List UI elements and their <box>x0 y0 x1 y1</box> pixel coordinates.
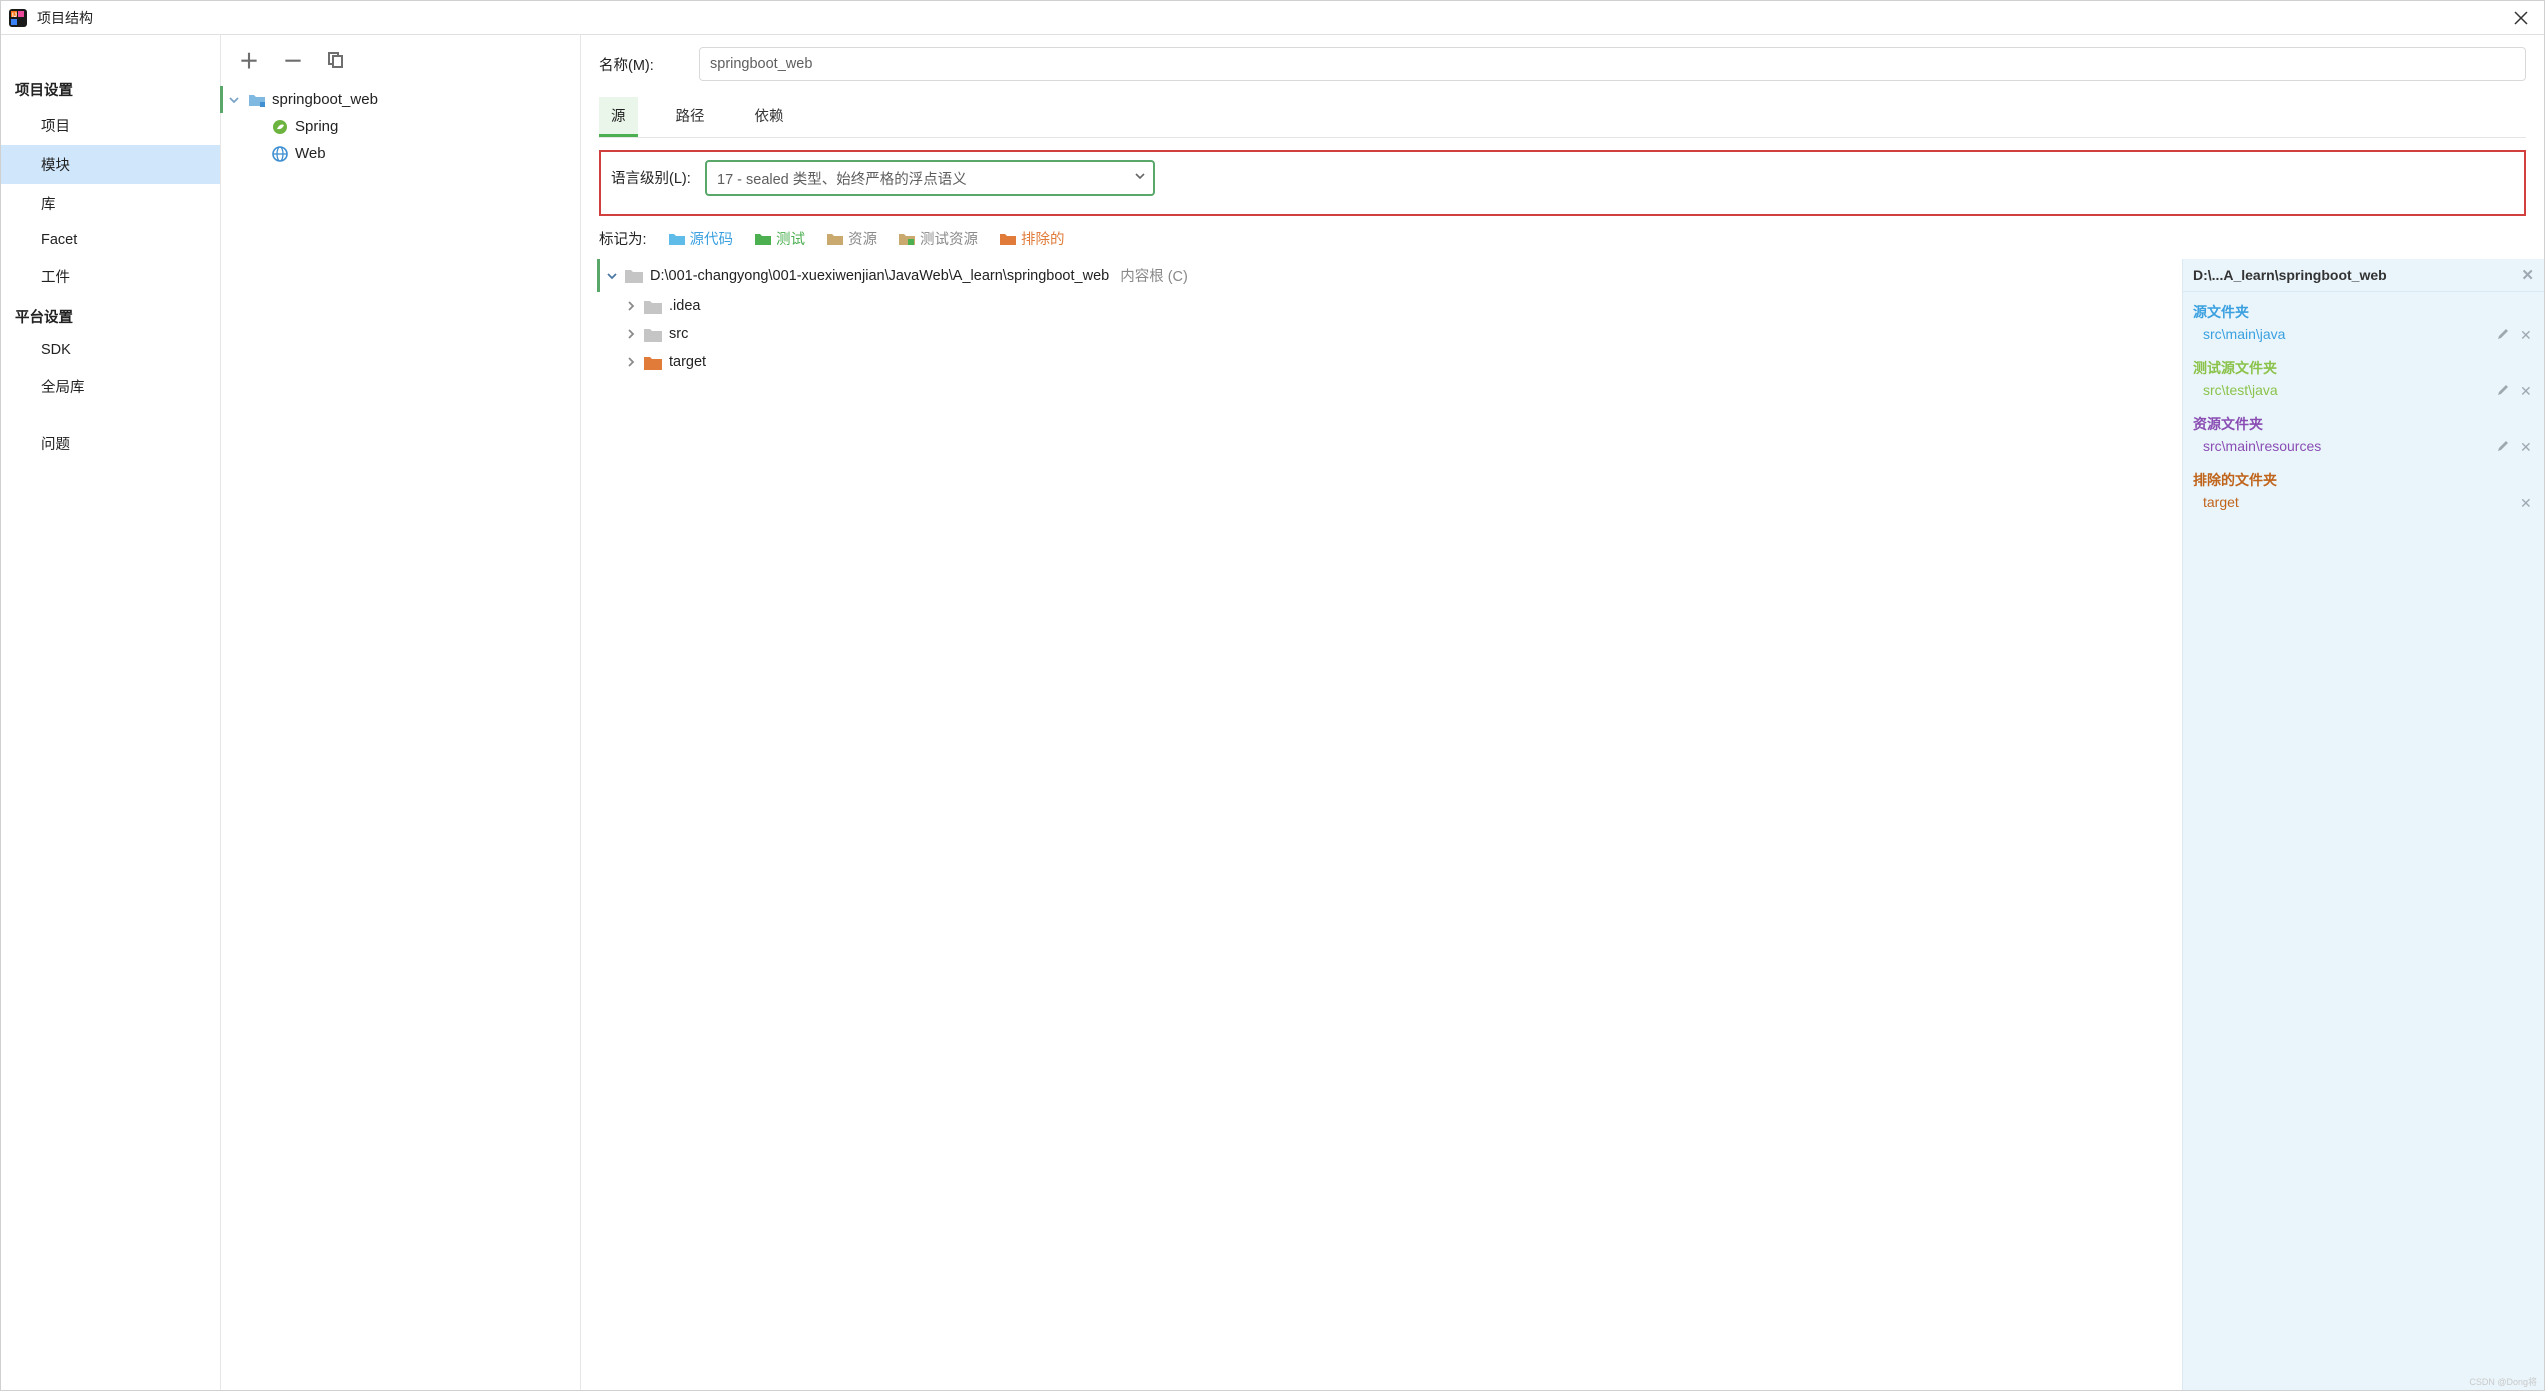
sidebar-item-artifacts[interactable]: 工件 <box>1 257 220 296</box>
name-label: 名称(M): <box>599 54 681 75</box>
module-spring-label: Spring <box>295 118 338 135</box>
mark-tests[interactable]: 测试 <box>755 228 805 249</box>
module-web-node[interactable]: Web <box>221 140 580 167</box>
sidepanel-header-path: D:\...A_learn\springboot_web <box>2193 267 2387 283</box>
module-root-label: springboot_web <box>272 91 378 108</box>
nav-buttons <box>1 35 220 69</box>
sidebar-item-libraries[interactable]: 库 <box>1 184 220 223</box>
content-root-path: D:\001-changyong\001-xuexiwenjian\JavaWe… <box>650 268 1109 284</box>
chevron-down-icon <box>1134 170 1146 182</box>
dir-target[interactable]: target <box>599 348 2174 376</box>
mark-resources[interactable]: 资源 <box>827 228 877 249</box>
content-root-suffix: 内容根 (C) <box>1120 265 1188 286</box>
copy-module-button[interactable] <box>321 49 351 71</box>
dir-idea[interactable]: .idea <box>599 292 2174 320</box>
folder-icon <box>644 299 662 314</box>
chevron-right-icon <box>625 356 637 368</box>
folder-icon <box>625 268 643 283</box>
remove-icon[interactable]: ✕ <box>2520 383 2534 397</box>
module-column: ＋ － springboot_web Spring Web <box>221 35 581 1390</box>
dir-src[interactable]: src <box>599 320 2174 348</box>
sp-sources-title: 源文件夹 <box>2193 296 2534 324</box>
module-web-label: Web <box>295 145 326 162</box>
sidebar-item-sdks[interactable]: SDK <box>1 333 220 367</box>
sidebar-item-facets[interactable]: Facet <box>1 223 220 257</box>
lang-level-value: 17 - sealed 类型、始终严格的浮点语义 <box>717 168 967 189</box>
folder-icon <box>644 327 662 342</box>
module-tabs: 源 路径 依赖 <box>599 97 2526 138</box>
section-project-settings: 项目设置 <box>1 69 220 106</box>
remove-icon[interactable]: ✕ <box>2520 327 2534 341</box>
sp-resources-title: 资源文件夹 <box>2193 408 2534 436</box>
module-folder-icon <box>248 92 266 108</box>
section-platform-settings: 平台设置 <box>1 296 220 333</box>
sp-tests-path[interactable]: src\test\java <box>2203 382 2278 398</box>
detail-panel: 名称(M): 源 路径 依赖 语言级别(L): 17 - sealed 类型、始… <box>581 35 2544 1390</box>
chevron-down-icon <box>228 94 242 106</box>
remove-module-button[interactable]: － <box>277 43 309 76</box>
tab-dependencies[interactable]: 依赖 <box>743 97 796 137</box>
language-level-highlight: 语言级别(L): 17 - sealed 类型、始终严格的浮点语义 <box>599 150 2526 216</box>
watermark: CSDN @Dong将 <box>2469 1375 2537 1388</box>
mark-sources[interactable]: 源代码 <box>669 228 734 249</box>
sidebar-item-global-libs[interactable]: 全局库 <box>1 367 220 406</box>
content-root-node[interactable]: D:\001-changyong\001-xuexiwenjian\JavaWe… <box>597 259 2174 292</box>
module-tree: springboot_web Spring Web <box>221 84 580 1390</box>
sp-sources-path[interactable]: src\main\java <box>2203 326 2285 342</box>
tab-paths[interactable]: 路径 <box>664 97 717 137</box>
module-root-node[interactable]: springboot_web <box>220 86 580 113</box>
edit-icon[interactable] <box>2496 383 2510 397</box>
edit-icon[interactable] <box>2496 439 2510 453</box>
spring-icon <box>271 119 289 135</box>
remove-icon[interactable]: ✕ <box>2520 439 2534 453</box>
lang-level-label: 语言级别(L): <box>611 160 693 188</box>
mark-excluded[interactable]: 排除的 <box>1000 228 1065 249</box>
project-structure-window: IJ 项目结构 项目设置 项目 模块 库 Facet 工件 平台设置 SDK 全… <box>0 0 2545 1391</box>
sp-excluded-path[interactable]: target <box>2203 494 2239 510</box>
forward-button[interactable] <box>51 45 73 63</box>
chevron-down-icon <box>606 270 618 282</box>
sidebar-item-modules[interactable]: 模块 <box>1 145 220 184</box>
lang-level-select[interactable]: 17 - sealed 类型、始终严格的浮点语义 <box>705 160 1155 196</box>
window-title: 项目结构 <box>37 8 2506 28</box>
folder-icon <box>644 355 662 370</box>
module-spring-node[interactable]: Spring <box>221 113 580 140</box>
directory-tree: D:\001-changyong\001-xuexiwenjian\JavaWe… <box>599 259 2182 1390</box>
module-toolbar: ＋ － <box>221 35 580 84</box>
add-module-button[interactable]: ＋ <box>233 43 265 76</box>
mark-as-label: 标记为: <box>599 228 647 249</box>
sidepanel-close-icon[interactable]: ✕ <box>2521 266 2534 284</box>
close-button[interactable] <box>2506 7 2536 29</box>
sidebar-item-problems[interactable]: 问题 <box>1 424 220 463</box>
remove-icon[interactable]: ✕ <box>2520 495 2534 509</box>
sidepanel-header: D:\...A_learn\springboot_web ✕ <box>2183 259 2544 292</box>
titlebar: IJ 项目结构 <box>1 1 2544 35</box>
mark-as-row: 标记为: 源代码 测试 资源 测试资源 排除的 <box>599 228 2526 249</box>
web-icon <box>271 146 289 162</box>
app-icon: IJ <box>9 9 27 27</box>
sp-tests-title: 测试源文件夹 <box>2193 352 2534 380</box>
content-roots-sidepanel: D:\...A_learn\springboot_web ✕ 源文件夹 src\… <box>2182 259 2544 1390</box>
tab-sources[interactable]: 源 <box>599 97 638 137</box>
sp-excluded-title: 排除的文件夹 <box>2193 464 2534 492</box>
back-button[interactable] <box>15 45 37 63</box>
body: 项目设置 项目 模块 库 Facet 工件 平台设置 SDK 全局库 问题 ＋ … <box>1 35 2544 1390</box>
chevron-right-icon <box>625 328 637 340</box>
module-name-input[interactable] <box>699 47 2526 81</box>
svg-text:IJ: IJ <box>12 13 17 19</box>
sidebar-item-project[interactable]: 项目 <box>1 106 220 145</box>
content-roots-row: D:\001-changyong\001-xuexiwenjian\JavaWe… <box>599 259 2526 1390</box>
chevron-right-icon <box>625 300 637 312</box>
sp-resources-path[interactable]: src\main\resources <box>2203 438 2321 454</box>
sidebar: 项目设置 项目 模块 库 Facet 工件 平台设置 SDK 全局库 问题 <box>1 35 221 1390</box>
edit-icon[interactable] <box>2496 327 2510 341</box>
mark-test-resources[interactable]: 测试资源 <box>899 228 978 249</box>
